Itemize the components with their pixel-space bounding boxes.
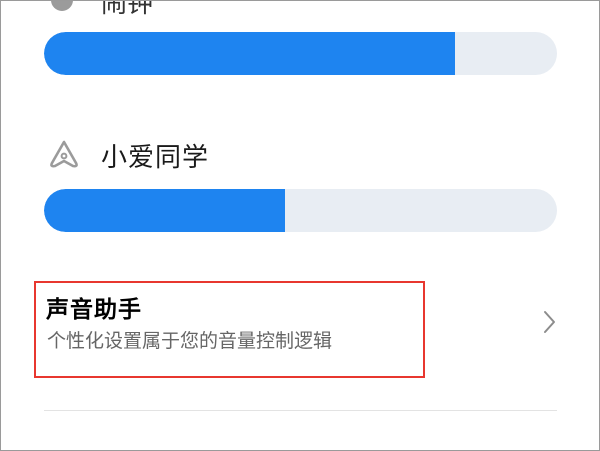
- sound-assistant-description: 个性化设置属于您的音量控制逻辑: [47, 330, 333, 352]
- alarm-label: 闹钟: [101, 0, 154, 19]
- chevron-right-icon: [544, 311, 555, 333]
- alarm-volume-slider[interactable]: [44, 32, 557, 75]
- sound-assistant-row[interactable]: 声音助手 个性化设置属于您的音量控制逻辑: [1, 271, 599, 381]
- xiaoai-volume-slider[interactable]: [44, 189, 557, 232]
- xiaoai-volume-fill: [44, 189, 285, 232]
- xiaoai-label: 小爱同学: [101, 143, 210, 173]
- alarm-volume-fill: [44, 32, 455, 75]
- screenshot-frame: 闹钟 小爱同学 声音助手 个性化设置属于您的音量控制逻辑: [0, 0, 600, 451]
- divider: [44, 410, 557, 411]
- sound-assistant-title: 声音助手: [46, 297, 142, 323]
- xiaoai-logo-icon: [50, 140, 78, 168]
- alarm-icon: [51, 1, 73, 11]
